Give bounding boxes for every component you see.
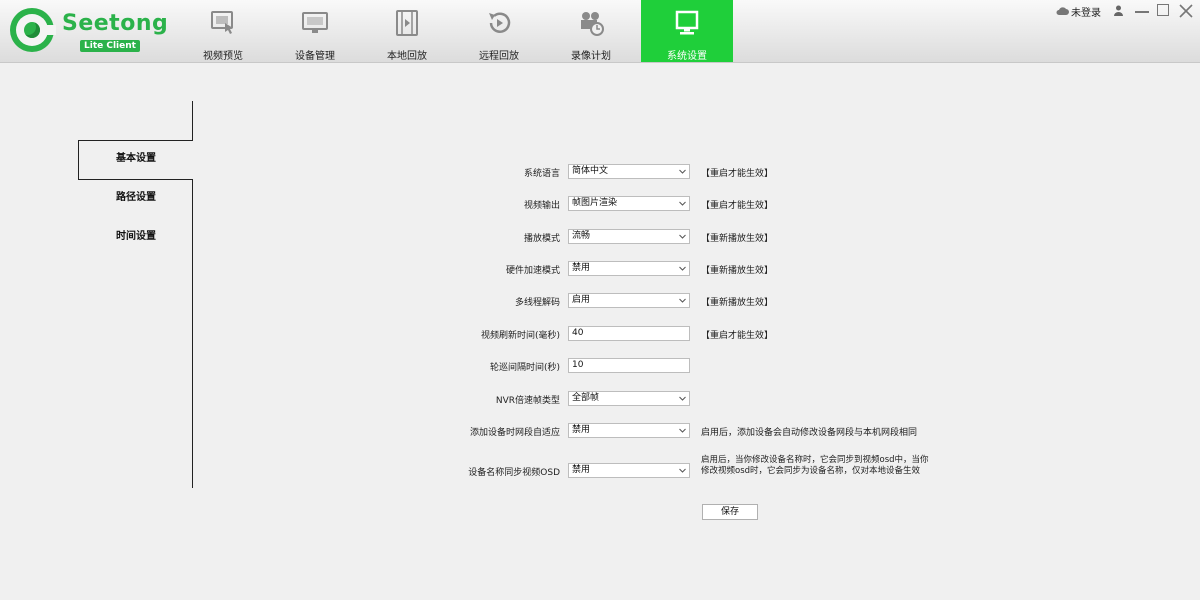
setting-label: 多线程解码 — [514, 298, 560, 308]
app-logo: Seetong Lite Client — [10, 8, 168, 54]
setting-select[interactable]: 简体中文 — [568, 164, 690, 179]
camera-schedule-icon — [581, 12, 604, 36]
nav-record-schedule[interactable]: 录像计划 — [545, 0, 637, 62]
setting-note: 【重新播放生效】 — [701, 298, 774, 308]
nav-label: 视频预览 — [203, 51, 243, 62]
login-status[interactable]: 未登录 — [1071, 4, 1101, 19]
setting-value: 禁用 — [572, 263, 591, 273]
setting-label: NVR倍速帧类型 — [495, 396, 560, 406]
setting-note: 【重启才能生效】 — [701, 169, 774, 179]
tab-time-settings[interactable]: 时间设置 — [80, 219, 192, 255]
cloud-icon — [1056, 7, 1069, 15]
chevron-down-icon[interactable] — [679, 427, 686, 434]
film-icon — [396, 10, 418, 36]
nav-label: 设备管理 — [295, 51, 335, 62]
setting-select[interactable]: 流畅 — [568, 229, 690, 244]
tab-path-settings[interactable]: 路径设置 — [80, 180, 192, 216]
tab-border — [192, 101, 193, 140]
setting-select[interactable]: 帧图片渲染 — [568, 196, 690, 211]
save-button[interactable]: 保存 — [702, 504, 758, 520]
setting-label: 硬件加速模式 — [505, 266, 560, 276]
setting-value: 禁用 — [572, 465, 591, 475]
setting-label: 轮巡间隔时间(秒) — [489, 363, 560, 373]
chevron-down-icon[interactable] — [679, 168, 686, 175]
nav-label: 本地回放 — [387, 51, 427, 62]
setting-note: 启用后，添加设备会自动修改设备网段与本机网段相同 — [701, 428, 918, 438]
setting-label: 视频刷新时间(毫秒) — [480, 331, 560, 341]
setting-label: 添加设备时网段自适应 — [469, 428, 560, 438]
setting-label: 视频输出 — [523, 201, 560, 211]
setting-select[interactable]: 全部帧 — [568, 391, 690, 406]
setting-label: 系统语言 — [523, 169, 560, 179]
chevron-down-icon[interactable] — [679, 467, 686, 474]
setting-note: 【重启才能生效】 — [701, 201, 774, 211]
nav-label: 远程回放 — [479, 51, 519, 62]
setting-value: 简体中文 — [572, 166, 609, 176]
setting-label: 设备名称同步视频OSD — [468, 468, 560, 478]
top-bar: Seetong Lite Client 视频预览 设备管理 本地回放 远程回放 … — [0, 0, 1200, 63]
setting-select[interactable]: 启用 — [568, 293, 690, 308]
minimize-icon[interactable] — [1135, 11, 1149, 13]
brand-name: Seetong — [62, 11, 169, 36]
setting-note: 【重启才能生效】 — [701, 331, 774, 341]
setting-note: 启用后，当你修改设备名称时，它会同步到视频osd中，当你修改视频osd时，它会同… — [701, 455, 929, 476]
chevron-down-icon[interactable] — [679, 297, 686, 304]
setting-input[interactable]: 10 — [568, 358, 690, 373]
nav-video-preview[interactable]: 视频预览 — [177, 0, 269, 62]
nav-label: 系统设置 — [667, 51, 707, 62]
setting-select[interactable]: 禁用 — [568, 423, 690, 438]
setting-value: 流畅 — [572, 231, 591, 241]
tab-border — [192, 179, 193, 488]
setting-value: 启用 — [572, 295, 591, 305]
close-icon[interactable] — [1178, 3, 1194, 19]
nav-label: 录像计划 — [571, 51, 611, 62]
chevron-down-icon[interactable] — [679, 233, 686, 240]
brand-sub: Lite Client — [80, 40, 140, 52]
setting-value: 禁用 — [572, 425, 591, 435]
nav-device-manage[interactable]: 设备管理 — [269, 0, 361, 62]
tab-basic-settings[interactable]: 基本设置 — [80, 141, 192, 177]
setting-label: 播放模式 — [523, 234, 560, 244]
tab-border — [78, 140, 79, 179]
nav-local-playback[interactable]: 本地回放 — [361, 0, 453, 62]
device-monitor-icon — [302, 12, 328, 33]
setting-value: 10 — [572, 360, 584, 370]
monitor-touch-icon — [211, 11, 233, 34]
chevron-down-icon[interactable] — [679, 200, 686, 207]
setting-input[interactable]: 40 — [568, 326, 690, 341]
user-icon[interactable] — [1114, 5, 1123, 16]
chevron-down-icon[interactable] — [679, 265, 686, 272]
setting-value: 帧图片渲染 — [572, 198, 618, 208]
replay-icon — [489, 12, 511, 33]
settings-monitor-icon — [675, 10, 699, 35]
setting-note: 【重新播放生效】 — [701, 266, 774, 276]
nav-remote-playback[interactable]: 远程回放 — [453, 0, 545, 62]
setting-value: 40 — [572, 328, 584, 338]
setting-select[interactable]: 禁用 — [568, 261, 690, 276]
setting-select[interactable]: 禁用 — [568, 463, 690, 478]
setting-value: 全部帧 — [572, 393, 600, 403]
maximize-icon[interactable] — [1157, 4, 1169, 16]
nav-system-settings[interactable]: 系统设置 — [641, 0, 733, 62]
setting-note: 【重新播放生效】 — [701, 234, 774, 244]
chevron-down-icon[interactable] — [679, 395, 686, 402]
